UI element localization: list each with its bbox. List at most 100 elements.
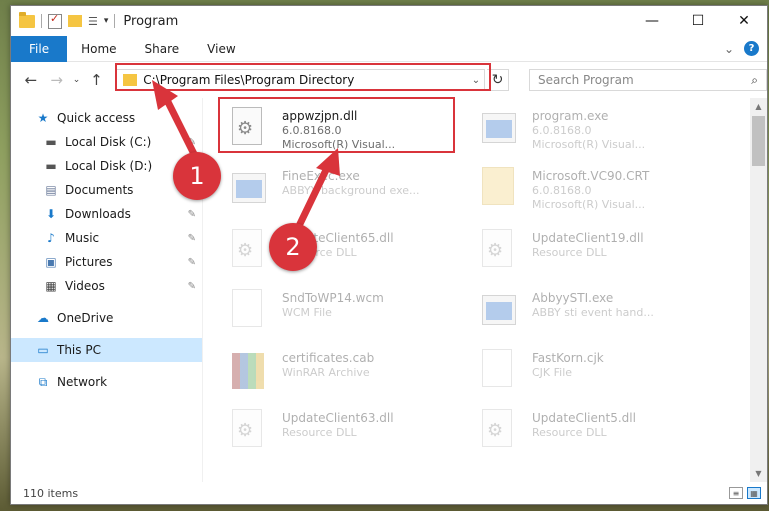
sidebar-item-music[interactable]: ♪ Music ✎ [11,226,202,250]
sidebar-item-local-disk-c[interactable]: ▬ Local Disk (C:) ✎ [11,130,202,154]
file-name: UpdateClient19.dll [532,231,644,245]
file-description: Resource DLL [532,246,607,259]
explorer-window: ☰ ▾ Program — ☐ ✕ File Home Share View ⌄… [10,5,768,505]
cloud-icon: ☁ [37,311,49,325]
scroll-down-icon[interactable]: ▼ [750,465,767,482]
recent-locations-icon[interactable]: ⌄ [71,75,83,85]
details-view-icon[interactable]: ≡ [729,487,743,499]
file-name: Microsoft.VC90.CRT [532,169,650,183]
file-description: Resource DLL [282,426,357,439]
file-item[interactable]: UpdateClient19.dll Resource DLL [478,225,704,279]
download-icon: ⬇ [45,207,57,221]
file-description: Microsoft(R) Visual... [532,198,646,211]
large-icons-view-icon[interactable]: ▦ [747,487,761,499]
search-placeholder: Search Program [537,73,634,87]
pin-icon[interactable]: ✎ [188,209,196,220]
help-icon[interactable]: ? [744,41,759,56]
sidebar-item-label: Pictures [65,255,113,269]
tab-home[interactable]: Home [67,36,130,62]
expand-ribbon-icon[interactable]: ⌄ [724,42,734,56]
back-arrow-icon[interactable]: ← [19,71,43,89]
step-2-badge: 2 [269,223,317,271]
address-path: C:\Program Files\Program Directory [143,73,355,87]
document-icon [482,349,512,387]
tab-view[interactable]: View [193,36,249,62]
sidebar-item-downloads[interactable]: ⬇ Downloads ✎ [11,202,202,226]
file-version: 6.0.8168.0 [532,184,592,197]
drive-icon: ▬ [45,159,57,173]
sidebar-item-this-pc[interactable]: ▭ This PC [11,338,202,362]
sidebar-item-label: Network [57,375,108,389]
minimize-button[interactable]: — [629,6,675,36]
address-row: ← → ⌄ ↑ C:\Program Files\Program Directo… [11,62,767,98]
sidebar-item-label: Local Disk (C:) [65,135,152,149]
drive-icon: ▬ [45,135,57,149]
tab-file[interactable]: File [11,35,68,62]
properties-icon[interactable] [48,12,62,29]
title-bar: ☰ ▾ Program — ☐ ✕ [11,6,767,36]
file-item[interactable]: FineExec.exe ABBYY background exe... [228,163,454,217]
sidebar-item-onedrive[interactable]: ☁ OneDrive [11,306,202,330]
file-description: CJK File [532,366,573,379]
sidebar-item-quick-access[interactable]: ★ Quick access [11,106,202,130]
chevron-down-icon[interactable]: ⌄ [472,75,480,86]
file-description: Microsoft(R) Visual... [532,138,646,151]
file-item[interactable]: SndToWP14.wcm WCM File [228,285,454,339]
scroll-up-icon[interactable]: ▲ [750,98,767,115]
sidebar-item-videos[interactable]: ▦ Videos ✎ [11,274,202,298]
vertical-scrollbar[interactable]: ▲ ▼ [750,98,767,482]
sidebar-item-label: Documents [65,183,134,197]
folder-icon [123,74,138,86]
pictures-icon: ▣ [45,255,57,269]
search-input[interactable]: Search Program ⌕ [528,69,767,91]
close-button[interactable]: ✕ [721,6,767,36]
window-title: Program [123,13,179,29]
refresh-button[interactable]: ↻ [487,69,509,91]
exe-file-icon [482,295,516,325]
sidebar-item-label: Downloads [65,207,131,221]
file-item[interactable]: AbbyySTI.exe ABBY sti event hand... [478,285,704,339]
file-item[interactable]: FastKorn.cjk CJK File [478,345,704,399]
maximize-button[interactable]: ☐ [675,6,721,36]
file-item[interactable]: certificates.cab WinRAR Archive [228,345,454,399]
archive-icon [232,353,264,389]
dll-file-icon [232,107,262,145]
status-bar: 110 items ≡ ▦ [11,482,767,504]
step-1-badge: 1 [173,152,221,200]
forward-arrow-icon[interactable]: → [45,71,69,89]
file-item[interactable]: UpdateClient65.dll Resource DLL [228,225,454,279]
address-bar[interactable]: C:\Program Files\Program Directory ⌄ [116,69,486,91]
tab-share[interactable]: Share [131,36,194,62]
search-icon: ⌕ [751,73,758,87]
file-name: FastKorn.cjk [532,351,604,365]
sidebar-item-label: This PC [57,343,101,357]
file-item[interactable]: UpdateClient5.dll Resource DLL [478,405,704,459]
sidebar-item-label: Quick access [57,111,136,125]
sidebar-item-pictures[interactable]: ▣ Pictures ✎ [11,250,202,274]
navigation-pane: ★ Quick access ▬ Local Disk (C:) ✎ ▬ Loc… [11,98,203,482]
pin-icon[interactable]: ✎ [188,281,196,292]
file-name: SndToWP14.wcm [282,291,384,305]
sidebar-item-network[interactable]: ⧉ Network [11,370,202,394]
pin-icon[interactable]: ✎ [188,233,196,244]
file-item-appwzjpn-dll[interactable]: appwzjpn.dll 6.0.8168.0 Microsoft(R) Vis… [228,103,454,157]
pin-icon[interactable]: ✎ [188,257,196,268]
new-folder-icon[interactable] [68,15,82,27]
file-name: AbbyySTI.exe [532,291,614,305]
up-arrow-icon[interactable]: ↑ [84,71,108,89]
file-description: WCM File [282,306,332,319]
file-version: 6.0.8168.0 [532,124,592,137]
document-icon [232,289,262,327]
dll-file-icon [232,229,262,267]
file-list: appwzjpn.dll 6.0.8168.0 Microsoft(R) Vis… [203,98,767,482]
file-item[interactable]: Microsoft.VC90.CRT 6.0.8168.0 Microsoft(… [478,163,704,217]
chevron-down-icon[interactable]: ▾ [104,16,109,26]
pin-icon[interactable]: ✎ [188,137,196,148]
file-item[interactable]: UpdateClient63.dll Resource DLL [228,405,454,459]
exe-file-icon [232,173,266,203]
ribbon-tabs: File Home Share View ⌄ ? [11,35,767,62]
file-item[interactable]: program.exe 6.0.8168.0 Microsoft(R) Visu… [478,103,704,157]
file-name: appwzjpn.dll [282,109,358,123]
scrollbar-thumb[interactable] [752,116,765,166]
customize-toolbar-icon[interactable]: ☰ [88,15,98,28]
